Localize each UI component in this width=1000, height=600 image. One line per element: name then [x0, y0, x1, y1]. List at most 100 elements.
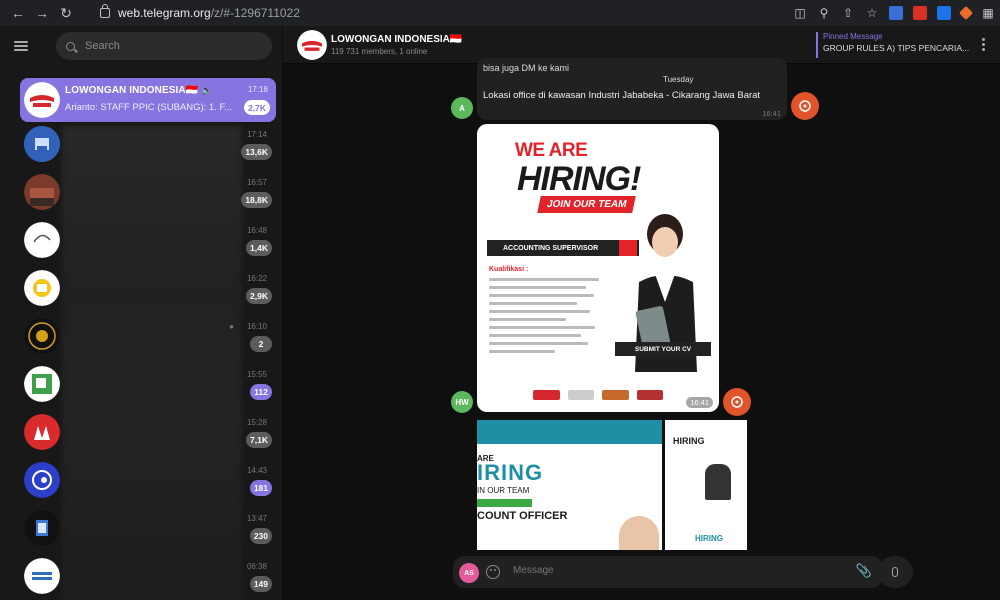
album-image[interactable]: ARE IRING IN OUR TEAM COUNT OFFICER	[477, 420, 662, 550]
unread-badge: 13,6K	[241, 144, 272, 160]
chat-sidebar: Search LOWONGAN INDONESIA🇮🇩 🔈 Arianto: S…	[0, 26, 283, 600]
chat-avatar[interactable]	[24, 174, 60, 210]
voice-record-button[interactable]	[877, 556, 913, 588]
unread-badge: 112	[250, 384, 272, 400]
poster-we-are: WE ARE	[515, 140, 588, 161]
microphone-icon	[892, 567, 898, 577]
album-text: COUNT OFFICER	[477, 510, 568, 522]
chat-time: 17:14	[246, 130, 267, 139]
chat-panel: LOWONGAN INDONESIA🇮🇩 119 731 members, 1 …	[283, 26, 1000, 600]
poster-qualifications: Kualifikasi :	[489, 266, 529, 273]
chat-title: LOWONGAN INDONESIA🇮🇩 🔈	[65, 85, 213, 96]
sender-avatar[interactable]: A	[451, 97, 473, 119]
channel-avatar[interactable]	[297, 30, 327, 60]
emoji-icon[interactable]	[486, 565, 500, 579]
back-icon[interactable]: ←	[8, 3, 28, 23]
message-input[interactable]	[513, 565, 645, 576]
message-text: bisa juga DM ke kami	[483, 63, 570, 73]
album-person	[619, 516, 659, 550]
blue-extension-icon[interactable]	[937, 6, 951, 20]
poster-requirements	[489, 278, 599, 358]
chat-avatar[interactable]	[24, 366, 60, 402]
chat-avatar[interactable]	[24, 462, 60, 498]
chat-avatar[interactable]	[24, 414, 60, 450]
attach-paperclip-icon[interactable]: 📎	[855, 563, 873, 581]
hiring-poster-image[interactable]: WE ARE HIRING! JOIN OUR TEAM ACCOUNTING …	[477, 124, 719, 412]
unread-badge: 1,4K	[246, 240, 272, 256]
extensions-icon[interactable]: ▦	[976, 6, 1000, 20]
poster-hiring: HIRING!	[517, 160, 641, 198]
chat-avatar[interactable]	[24, 222, 60, 258]
album-green-band	[477, 499, 532, 507]
sidebar-header: Search	[0, 26, 282, 66]
chat-avatar[interactable]	[24, 510, 60, 546]
message-time: 16:41	[762, 109, 781, 118]
reload-icon[interactable]: ↻	[56, 3, 76, 23]
browser-toolbar: ← → ↻ web.telegram.org /z/#-1296711022 ◫…	[0, 0, 1000, 26]
album-text: IRING	[477, 460, 544, 485]
chat-avatar[interactable]	[24, 270, 60, 306]
channel-avatar	[24, 82, 60, 118]
send-as-avatar[interactable]: AS	[459, 563, 479, 583]
chat-time: 14:43	[246, 466, 267, 475]
unread-badge: 2,9K	[246, 288, 272, 304]
menu-icon[interactable]	[14, 41, 28, 51]
album-text: HIRING	[673, 436, 705, 446]
chat-time: 16:48	[246, 226, 267, 235]
address-bar[interactable]: web.telegram.org /z/#-1296711022	[100, 3, 300, 23]
share-icon[interactable]: ⇧	[836, 6, 860, 20]
chat-avatar[interactable]	[24, 126, 60, 162]
chat-title: LOWONGAN INDONESIA🇮🇩	[331, 34, 463, 45]
orange-extension-icon[interactable]	[958, 5, 974, 21]
chat-avatar[interactable]	[24, 318, 60, 354]
chat-time: 15:28	[246, 418, 267, 427]
url-host: web.telegram.org	[118, 6, 211, 20]
unread-badge: 18,8K	[241, 192, 272, 208]
more-options-icon[interactable]	[982, 38, 986, 52]
unread-badge: 149	[249, 576, 272, 592]
search-icon	[66, 41, 75, 51]
pinned-label: Pinned Message	[823, 32, 883, 41]
blurred-chat-names	[62, 126, 242, 600]
search-placeholder: Search	[85, 40, 120, 52]
red-extension-icon[interactable]	[913, 6, 927, 20]
album-text: IN OUR TEAM	[477, 486, 530, 495]
chat-time: 16:57	[246, 178, 267, 187]
browser-tools: ◫ ⚲ ⇧ ☆ ▦	[788, 0, 1000, 26]
mention-dot: ●	[229, 322, 234, 331]
member-count: 119 731 members, 1 online	[331, 47, 428, 56]
message-bubble[interactable]: bisa juga DM ke kami Lokasi office di ka…	[477, 58, 787, 120]
pinned-text: GROUP RULES A) TIPS PENCARIA...	[823, 43, 970, 53]
chat-item-lowongan-indonesia[interactable]: LOWONGAN INDONESIA🇮🇩 🔈 Arianto: STAFF PP…	[20, 78, 276, 122]
translate-extension-icon[interactable]	[889, 6, 903, 20]
chat-time: 06:38	[246, 562, 267, 571]
lock-icon	[100, 4, 110, 18]
sender-avatar[interactable]: HW	[451, 391, 473, 413]
image-album[interactable]: ARE IRING IN OUR TEAM COUNT OFFICER HIRI…	[477, 420, 747, 550]
album-header-band	[477, 420, 662, 444]
poster-logos	[533, 386, 663, 404]
forward-button[interactable]	[723, 388, 751, 416]
message-composer[interactable]: AS 📎	[453, 556, 883, 588]
search-input[interactable]: Search	[56, 32, 272, 60]
album-image[interactable]: HIRING HIRING	[665, 420, 747, 550]
album-text: HIRING	[695, 534, 723, 543]
unread-badge: 7,1K	[246, 432, 272, 448]
chat-time: 15:55	[246, 370, 267, 379]
install-app-icon[interactable]: ◫	[788, 6, 812, 20]
forward-button[interactable]	[791, 92, 819, 120]
date-separator: Tuesday	[663, 75, 694, 84]
unread-badge: 230	[249, 528, 272, 544]
share-icon	[799, 100, 811, 112]
album-person	[705, 464, 731, 500]
zoom-icon[interactable]: ⚲	[812, 6, 836, 20]
share-icon	[731, 396, 743, 408]
chat-time: 16:10	[246, 322, 267, 331]
forward-icon[interactable]: →	[32, 3, 52, 23]
unread-badge: 2,7K	[244, 100, 270, 115]
chat-avatar[interactable]	[24, 558, 60, 594]
bookmark-star-icon[interactable]: ☆	[860, 6, 884, 20]
chat-preview: Arianto: STAFF PPIC (SUBANG): 1. F...	[65, 102, 233, 113]
poster-join-team: JOIN OUR TEAM	[537, 196, 637, 213]
pinned-message[interactable]: Pinned Message GROUP RULES A) TIPS PENCA…	[816, 32, 969, 58]
